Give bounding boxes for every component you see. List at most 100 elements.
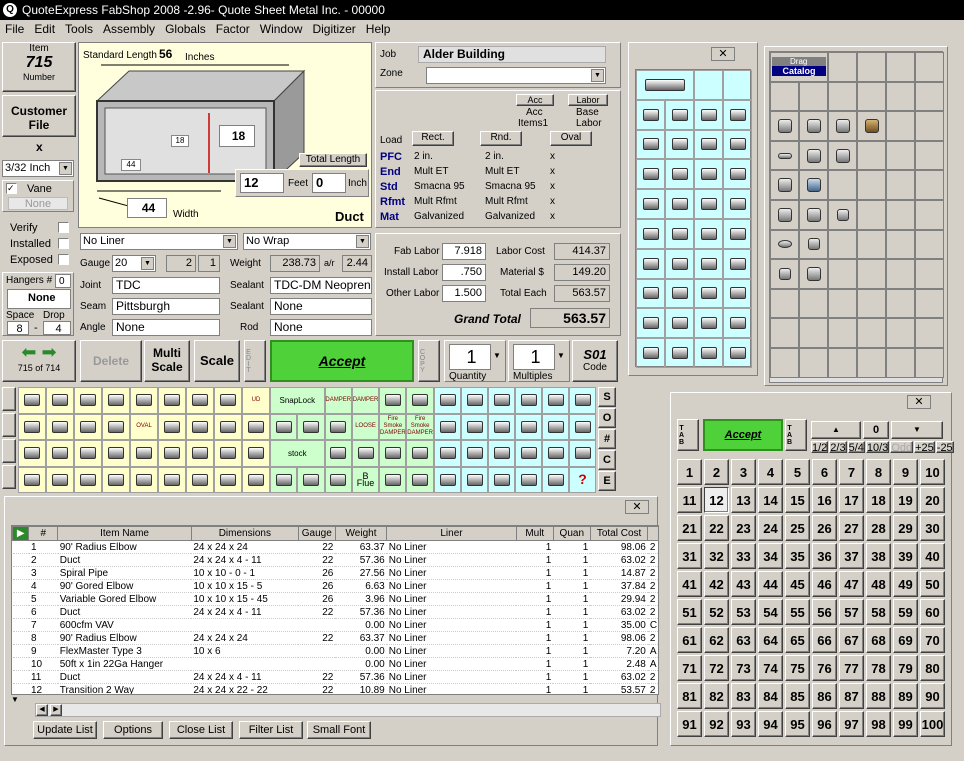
fraction-button[interactable]: +25 [914, 441, 935, 454]
column-header[interactable]: Liner [386, 526, 517, 541]
fitting-tool-icon[interactable] [46, 466, 74, 493]
catalog-slot[interactable] [828, 170, 857, 200]
accept-button[interactable]: Accept [270, 340, 414, 382]
catalog-slot[interactable] [828, 318, 857, 348]
accessory-icon[interactable] [515, 387, 542, 414]
fitting-tool-icon[interactable] [242, 440, 270, 467]
number-key[interactable]: 91 [677, 711, 702, 737]
number-key[interactable]: 19 [893, 487, 918, 513]
catalog-slot[interactable] [857, 259, 886, 289]
gauge-field-2[interactable]: 2 [166, 255, 196, 272]
number-key[interactable]: 45 [785, 571, 810, 597]
number-key[interactable]: 84 [758, 683, 783, 709]
catalog-item-icon[interactable] [799, 229, 828, 260]
column-header[interactable]: Mult [515, 526, 554, 541]
hangers-value[interactable]: None [7, 289, 71, 309]
accessory-icon[interactable] [569, 413, 596, 440]
spec-row[interactable]: Mat Galvanized Galvanized x [378, 211, 618, 226]
catalog-slot[interactable] [799, 347, 828, 378]
number-key[interactable]: 11 [677, 487, 702, 513]
fitting-tool-icon[interactable] [158, 413, 186, 440]
catalog-item-icon[interactable] [770, 111, 799, 141]
fitting-tool-icon[interactable] [694, 70, 723, 100]
numpad-accept-button[interactable]: Accept [703, 419, 783, 451]
fitting-tool-icon[interactable] [297, 413, 325, 440]
catalog-item-icon[interactable] [828, 111, 857, 141]
fraction-button[interactable]: 5/4 [847, 441, 865, 454]
catalog-slot[interactable] [770, 81, 799, 112]
accessory-icon[interactable] [515, 440, 542, 467]
number-key[interactable]: 41 [677, 571, 702, 597]
number-key[interactable]: 55 [785, 599, 810, 625]
fitting-tool-icon[interactable] [665, 308, 694, 339]
number-key[interactable]: 100 [920, 711, 945, 737]
catalog-slot[interactable] [799, 288, 828, 319]
number-key[interactable]: 62 [704, 627, 729, 653]
fitting-tool-icon[interactable] [74, 387, 102, 414]
accessory-icon[interactable] [542, 466, 569, 493]
spec-row[interactable]: End Mult ET Mult ET x [378, 166, 618, 181]
accessory-icon[interactable] [461, 466, 488, 493]
number-key[interactable]: 74 [758, 655, 783, 681]
number-key[interactable]: 71 [677, 655, 702, 681]
accessory-icon[interactable] [488, 413, 515, 440]
fitting-tool-icon[interactable] [636, 129, 665, 160]
fitting-tool-icon[interactable] [158, 387, 186, 414]
fitting-tool-icon[interactable] [214, 466, 242, 493]
fitting-tool-icon[interactable] [636, 308, 665, 339]
catalog-slot[interactable] [857, 229, 886, 260]
fitting-tool-icon[interactable] [242, 413, 270, 440]
multi-scale-button[interactable]: Multi Scale [144, 340, 190, 382]
fitting-tool-icon[interactable] [636, 338, 665, 368]
number-key[interactable]: 61 [677, 627, 702, 653]
catalog-slot[interactable] [857, 347, 886, 378]
catalog-slot[interactable] [886, 52, 915, 82]
fitting-tool-icon[interactable] [379, 387, 407, 414]
column-header[interactable]: Gauge [297, 526, 336, 541]
catalog-item-icon[interactable] [770, 259, 799, 289]
number-key[interactable]: 12 [704, 487, 729, 513]
catalog-drag-tab[interactable]: Drag Catalog [770, 52, 828, 82]
table-row[interactable]: 12 Transition 2 Way 24 x 24 x 22 - 22 22 10.… [12, 683, 658, 694]
fitting-tool-icon[interactable] [665, 218, 694, 249]
fitting-tool-icon[interactable] [406, 466, 434, 493]
accessory-icon[interactable] [488, 387, 515, 414]
menu-window[interactable]: Window [255, 20, 308, 38]
menu-digitizer[interactable]: Digitizer [307, 20, 360, 38]
number-key[interactable]: 67 [839, 627, 864, 653]
accessory-icon[interactable] [461, 387, 488, 414]
fitting-tool-icon[interactable] [723, 189, 752, 219]
menu-help[interactable]: Help [361, 20, 396, 38]
spec-row[interactable]: Std Smacna 95 Smacna 95 x [378, 181, 618, 196]
eye-icon[interactable] [770, 229, 799, 260]
fitting-tool-icon[interactable] [694, 248, 723, 279]
fitting-tool-icon[interactable] [723, 129, 752, 160]
fitting-tool-icon[interactable] [636, 159, 665, 190]
number-key[interactable]: 4 [758, 459, 783, 485]
number-key[interactable]: 87 [839, 683, 864, 709]
wrap-select[interactable]: No Wrap ▼ [243, 233, 371, 250]
fitting-tool-icon[interactable] [379, 466, 407, 493]
number-key[interactable]: 57 [839, 599, 864, 625]
number-key[interactable]: 13 [731, 487, 756, 513]
options-button[interactable]: Options [103, 721, 163, 739]
fitting-tool-icon[interactable] [18, 387, 46, 414]
fitting-tool-icon[interactable] [74, 440, 102, 467]
fitting-tool-icon[interactable] [694, 278, 723, 309]
number-key[interactable]: 15 [785, 487, 810, 513]
fitting-tool-icon[interactable] [723, 218, 752, 249]
fitting-tool-icon[interactable] [74, 413, 102, 440]
menu-assembly[interactable]: Assembly [98, 20, 160, 38]
number-key[interactable]: 1 [677, 459, 702, 485]
fitting-tool-icon[interactable] [18, 440, 46, 467]
number-key[interactable]: 35 [785, 543, 810, 569]
catalog-slot[interactable] [857, 140, 886, 171]
fitting-tool-icon[interactable] [297, 466, 325, 493]
menu-globals[interactable]: Globals [160, 20, 211, 38]
catalog-slot[interactable] [857, 318, 886, 348]
number-key[interactable]: 20 [920, 487, 945, 513]
palette-tab[interactable] [2, 387, 16, 411]
number-key[interactable]: 48 [866, 571, 891, 597]
number-key[interactable]: 50 [920, 571, 945, 597]
catalog-item-icon[interactable] [799, 199, 828, 230]
